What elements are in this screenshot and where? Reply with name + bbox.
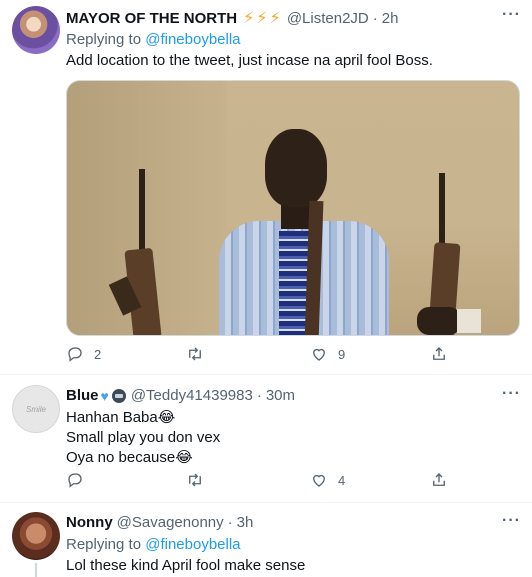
tank-emoji-icon bbox=[111, 388, 126, 403]
tweet-text-line: Small play you don vex bbox=[66, 429, 221, 446]
tweet-actions: 2 9 bbox=[0, 345, 532, 365]
blue-heart-icon: ♥ bbox=[100, 387, 109, 404]
retweet-button[interactable] bbox=[186, 345, 214, 363]
name-decoration: ⚡⚡⚡ bbox=[243, 10, 283, 27]
share-icon bbox=[433, 347, 445, 360]
thread-line bbox=[35, 563, 37, 577]
avatar-text: Smile bbox=[25, 404, 46, 414]
user-handle[interactable]: @Savagenonny bbox=[117, 514, 224, 531]
rifle-left bbox=[108, 169, 162, 335]
timestamp[interactable]: 30m bbox=[266, 387, 295, 404]
tweet-text-line: Oya no because😂 bbox=[66, 449, 193, 466]
timestamp[interactable]: 2h bbox=[382, 10, 399, 27]
display-name[interactable]: Nonny bbox=[66, 514, 113, 531]
display-name[interactable]: Blue bbox=[66, 387, 99, 404]
tweet-text-line: Add location to the tweet, just incase n… bbox=[66, 52, 433, 69]
reply-icon bbox=[68, 473, 82, 488]
share-button[interactable] bbox=[430, 345, 448, 363]
user-handle[interactable]: @Teddy41439983 bbox=[131, 387, 253, 404]
heart-icon bbox=[313, 348, 325, 361]
separator-dot: · bbox=[372, 9, 378, 27]
tweet-text: Hanhan Baba😂 Small play you don vex Oya … bbox=[66, 408, 220, 468]
display-name[interactable]: MAYOR OF THE NORTH bbox=[66, 10, 237, 27]
tweet-text: Add location to the tweet, just incase n… bbox=[66, 51, 433, 71]
avatar[interactable] bbox=[12, 6, 60, 54]
tweet-actions: 4 bbox=[0, 471, 532, 491]
user-handle[interactable]: @Listen2JD bbox=[287, 10, 369, 27]
like-count: 4 bbox=[338, 472, 346, 488]
avatar[interactable]: Smile bbox=[12, 385, 60, 433]
retweet-button[interactable] bbox=[186, 471, 214, 489]
tweet-header: MAYOR OF THE NORTH ⚡⚡⚡ @Listen2JD · 2h bbox=[66, 8, 398, 28]
tweet-3[interactable]: Nonny @Savagenonny · 3h ··· Replying to … bbox=[0, 503, 532, 577]
more-options-icon[interactable]: ··· bbox=[502, 512, 521, 530]
replying-to: Replying to @fineboybella bbox=[66, 536, 241, 553]
replying-label: Replying to bbox=[66, 536, 142, 553]
like-button[interactable]: 9 bbox=[310, 345, 345, 363]
heart-icon bbox=[313, 474, 325, 487]
like-count: 9 bbox=[338, 346, 346, 362]
more-options-icon[interactable]: ··· bbox=[502, 6, 521, 24]
reply-button[interactable] bbox=[66, 471, 94, 489]
tweet-photo[interactable] bbox=[66, 80, 520, 336]
tweet-text-line: Lol these kind April fool make sense bbox=[66, 557, 306, 574]
more-options-icon[interactable]: ··· bbox=[502, 385, 521, 403]
photo-paper bbox=[457, 309, 481, 333]
separator-dot: · bbox=[256, 387, 262, 404]
share-button[interactable] bbox=[430, 471, 448, 489]
tweet-header: Nonny @Savagenonny · 3h bbox=[66, 514, 253, 531]
share-icon bbox=[433, 473, 445, 486]
replying-to: Replying to @fineboybella bbox=[66, 31, 241, 48]
tweet-header: Blue ♥ @Teddy41439983 · 30m bbox=[66, 387, 295, 404]
tweet-text: Lol these kind April fool make sense bbox=[66, 556, 305, 576]
reply-icon bbox=[68, 347, 82, 362]
retweet-icon bbox=[189, 473, 201, 487]
tweet-2[interactable]: Smile Blue ♥ @Teddy41439983 · 30m ··· Ha… bbox=[0, 375, 532, 501]
like-button[interactable]: 4 bbox=[310, 471, 345, 489]
tweet-text-line: Hanhan Baba😂 bbox=[66, 409, 176, 426]
replying-label: Replying to bbox=[66, 31, 142, 48]
mention-link[interactable]: @fineboybella bbox=[145, 31, 240, 48]
timestamp[interactable]: 3h bbox=[237, 514, 254, 531]
separator-dot: · bbox=[227, 514, 233, 531]
photo-person-head bbox=[265, 129, 327, 207]
photo-hand bbox=[417, 307, 461, 335]
tweet-1[interactable]: MAYOR OF THE NORTH ⚡⚡⚡ @Listen2JD · 2h ·… bbox=[0, 0, 532, 374]
mention-link[interactable]: @fineboybella bbox=[145, 536, 240, 553]
avatar[interactable] bbox=[12, 512, 60, 560]
retweet-icon bbox=[189, 347, 201, 361]
reply-count: 2 bbox=[94, 346, 102, 362]
reply-button[interactable]: 2 bbox=[66, 345, 101, 363]
